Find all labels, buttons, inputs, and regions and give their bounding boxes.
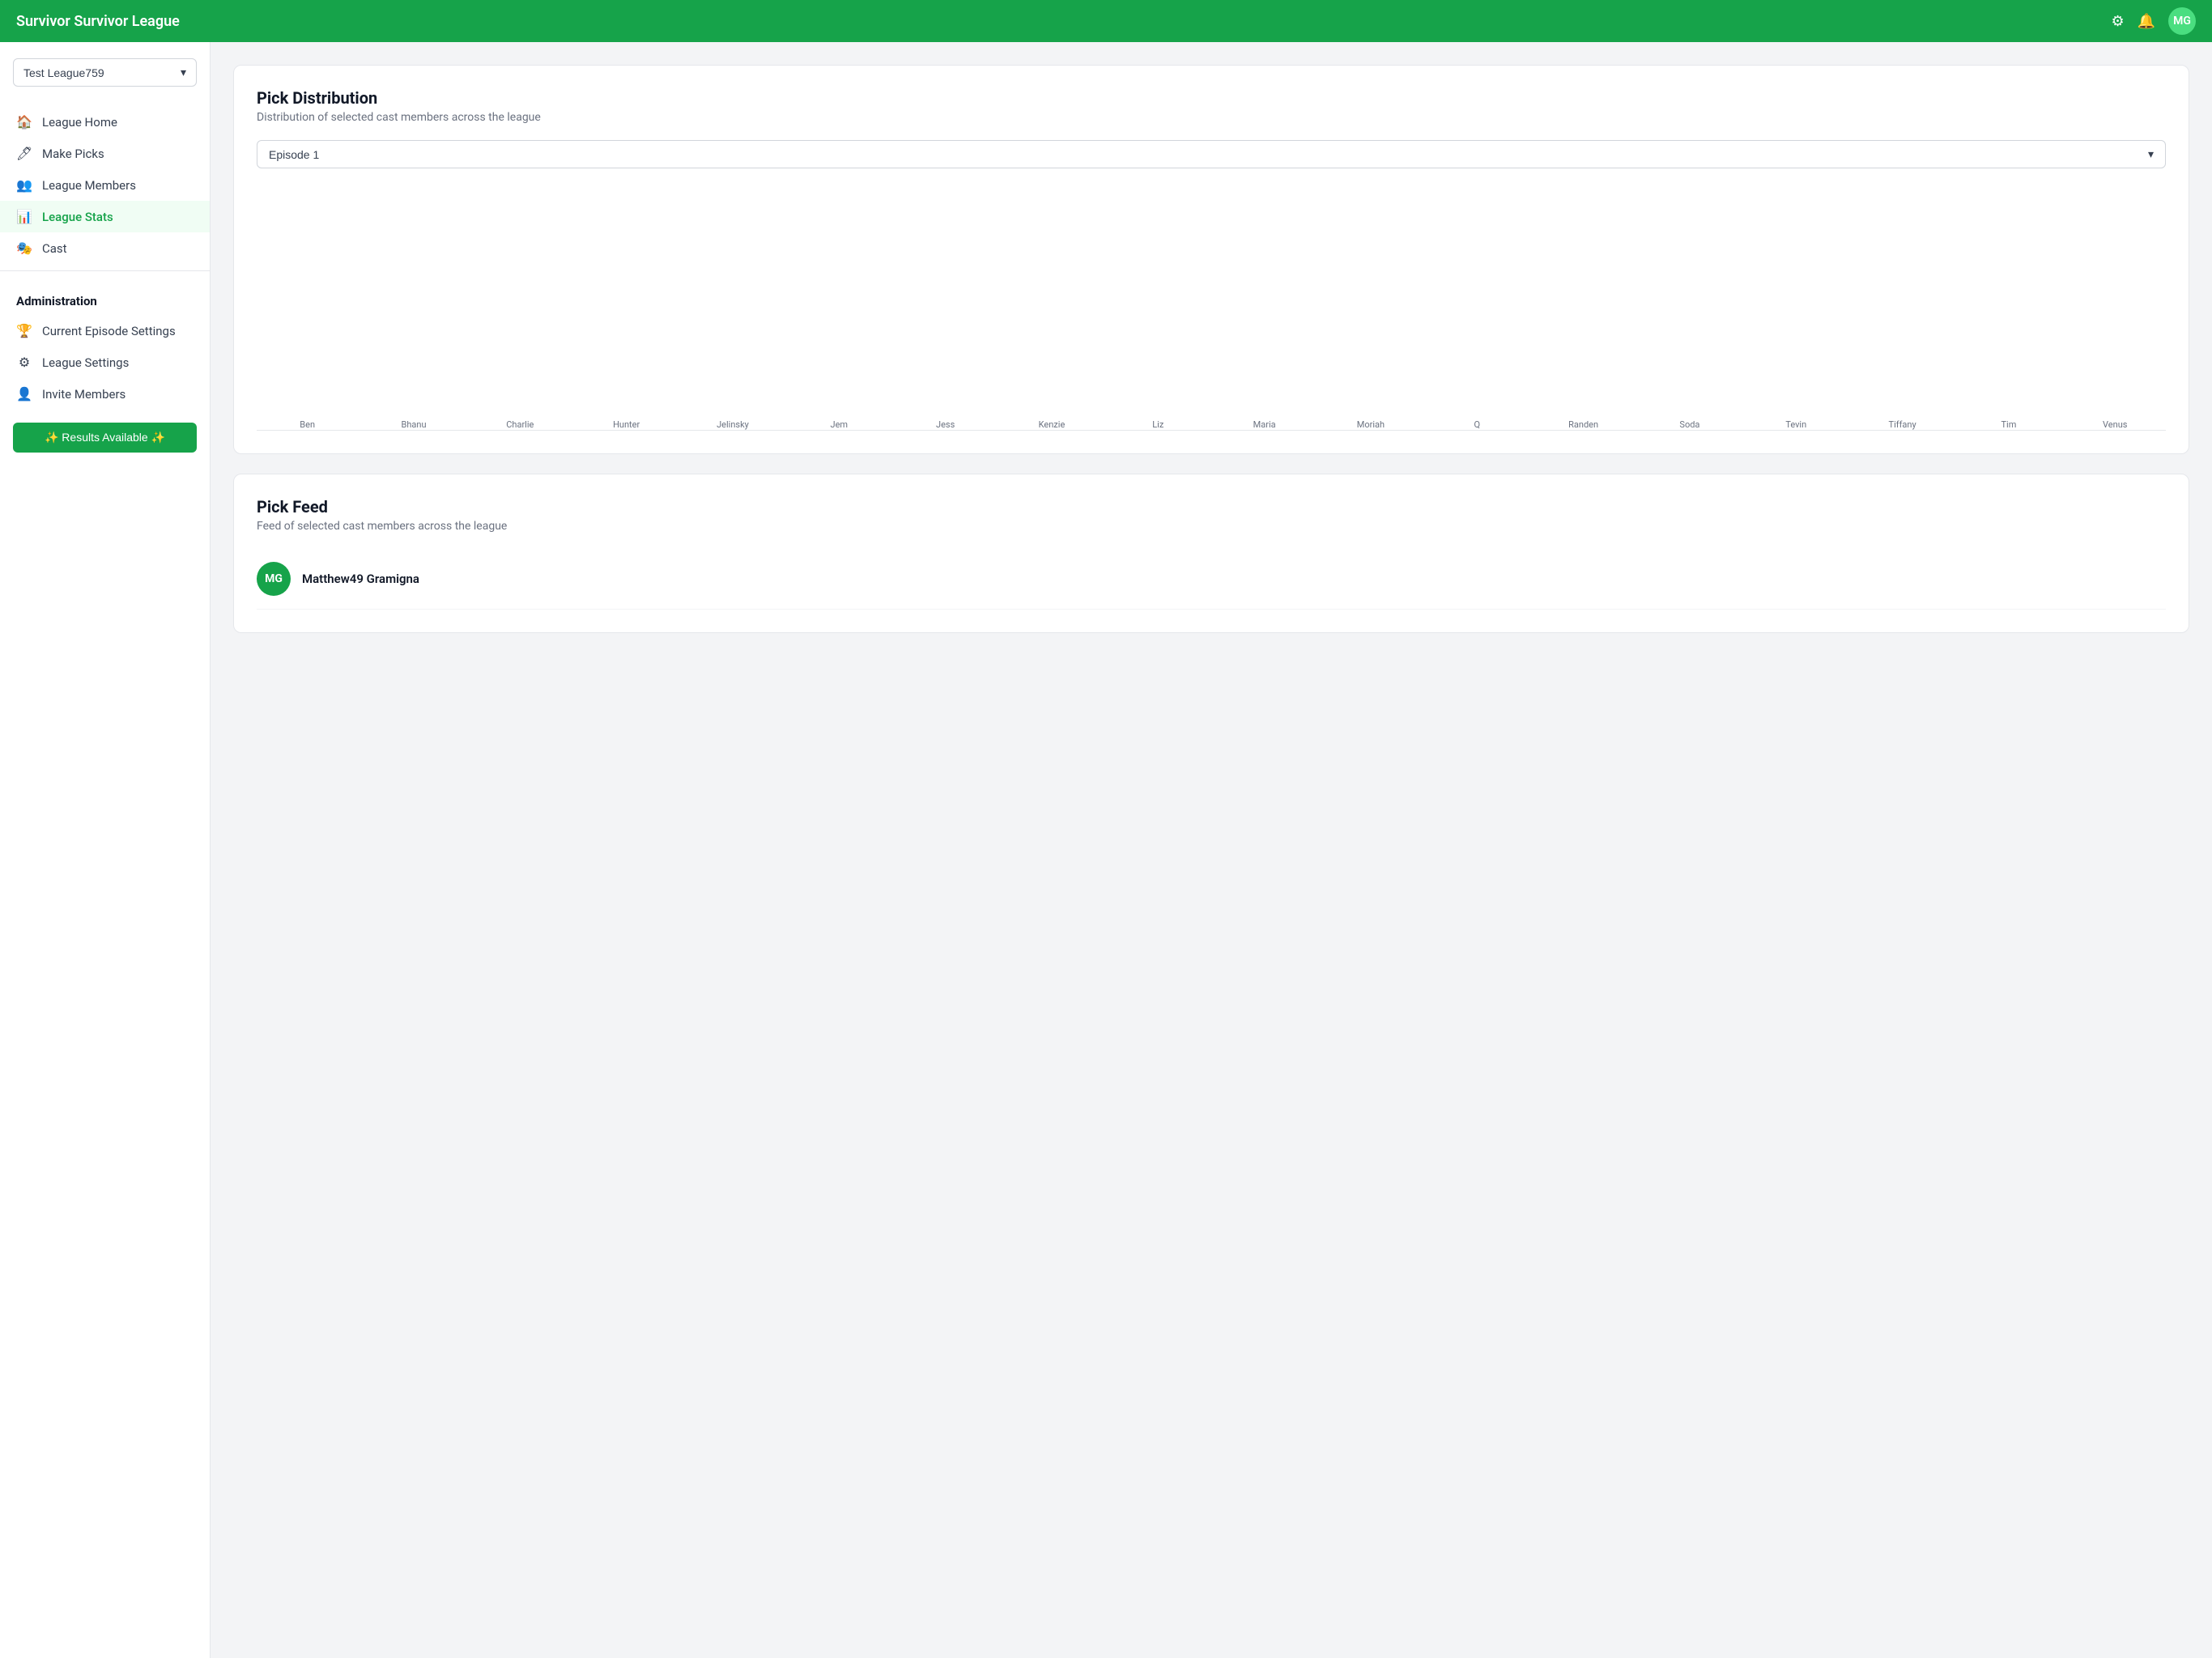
pick-feed-subtitle: Feed of selected cast members across the… bbox=[257, 520, 2166, 533]
bar-label: Q bbox=[1474, 419, 1480, 430]
chart-bar-bhanu: Bhanu bbox=[363, 414, 464, 430]
pick-feed-card: Pick Feed Feed of selected cast members … bbox=[233, 474, 2189, 633]
league-select-container: Test League759 ▾ bbox=[13, 58, 197, 87]
bar-label: Bhanu bbox=[401, 419, 426, 430]
league-select-chevron: ▾ bbox=[181, 66, 186, 79]
sidebar-item-league-members[interactable]: 👥 League Members bbox=[0, 169, 210, 201]
invite-members-icon: 👤 bbox=[16, 386, 32, 402]
league-settings-label: League Settings bbox=[42, 355, 129, 370]
bar-label: Jess bbox=[936, 419, 955, 430]
sidebar: Test League759 ▾ 🏠 League Home🖊 Make Pic… bbox=[0, 42, 211, 1658]
chart-bar-moriah: Moriah bbox=[1320, 414, 1421, 430]
bar-label: Venus bbox=[2103, 419, 2127, 430]
pick-distribution-card: Pick Distribution Distribution of select… bbox=[233, 65, 2189, 454]
invite-members-label: Invite Members bbox=[42, 387, 125, 402]
league-settings-icon: ⚙ bbox=[16, 355, 32, 370]
sidebar-item-make-picks[interactable]: 🖊 Make Picks bbox=[0, 138, 210, 169]
chart-bar-jelinsky: Jelinsky bbox=[682, 414, 783, 430]
chart-bar-maria: Maria bbox=[1214, 414, 1315, 430]
chart-bar-venus: Venus bbox=[2065, 414, 2166, 430]
league-stats-label: League Stats bbox=[42, 210, 113, 224]
bar-label: Maria bbox=[1253, 419, 1276, 430]
bar-label: Ben bbox=[300, 419, 315, 430]
administration-section-title: Administration bbox=[0, 278, 210, 315]
chart-bar-jem: Jem bbox=[789, 414, 890, 430]
chart-bar-hunter: Hunter bbox=[576, 414, 677, 430]
settings-icon[interactable]: ⚙ bbox=[2111, 13, 2124, 30]
sidebar-item-league-home[interactable]: 🏠 League Home bbox=[0, 106, 210, 138]
chart-bar-jess: Jess bbox=[895, 414, 996, 430]
chart-bar-tevin: Tevin bbox=[1746, 414, 1847, 430]
admin-item-league-settings[interactable]: ⚙ League Settings bbox=[0, 346, 210, 378]
chart-bar-charlie: Charlie bbox=[470, 414, 571, 430]
admin-item-invite-members[interactable]: 👤 Invite Members bbox=[0, 378, 210, 410]
league-select-label: Test League759 bbox=[23, 66, 104, 79]
main-content: Pick Distribution Distribution of select… bbox=[211, 42, 2212, 1658]
league-members-label: League Members bbox=[42, 178, 136, 193]
admin-nav: 🏆 Current Episode Settings⚙ League Setti… bbox=[0, 315, 210, 410]
sidebar-divider bbox=[0, 270, 210, 271]
bar-label: Jelinsky bbox=[717, 419, 749, 430]
admin-item-current-episode-settings[interactable]: 🏆 Current Episode Settings bbox=[0, 315, 210, 346]
episode-select-button[interactable]: Episode 1 ▾ bbox=[257, 140, 2166, 168]
chart-bar-randen: Randen bbox=[1533, 414, 1634, 430]
cast-label: Cast bbox=[42, 241, 67, 256]
sidebar-nav: 🏠 League Home🖊 Make Picks👥 League Member… bbox=[0, 106, 210, 264]
bar-label: Tim bbox=[2001, 419, 2016, 430]
sidebar-item-league-stats[interactable]: 📊 League Stats bbox=[0, 201, 210, 232]
bell-icon[interactable]: 🔔 bbox=[2138, 13, 2155, 30]
make-picks-label: Make Picks bbox=[42, 147, 104, 161]
results-available-button[interactable]: ✨ Results Available ✨ bbox=[13, 423, 197, 453]
bar-label: Randen bbox=[1568, 419, 1598, 430]
chart-bar-tiffany: Tiffany bbox=[1852, 414, 1953, 430]
bar-label: Charlie bbox=[506, 419, 534, 430]
pick-feed-list: MG Matthew49 Gramigna bbox=[257, 549, 2166, 610]
bar-label: Soda bbox=[1679, 419, 1699, 430]
bar-label: Moriah bbox=[1357, 419, 1385, 430]
chart-bar-kenzie: Kenzie bbox=[1001, 414, 1102, 430]
user-avatar[interactable]: MG bbox=[2168, 7, 2196, 35]
bar-label: Liz bbox=[1152, 419, 1163, 430]
sidebar-item-cast[interactable]: 🎭 Cast bbox=[0, 232, 210, 264]
bar-label: Hunter bbox=[613, 419, 640, 430]
pick-feed-title: Pick Feed bbox=[257, 497, 2166, 517]
topnav-icons: ⚙ 🔔 MG bbox=[2111, 7, 2196, 35]
app-title: Survivor Survivor League bbox=[16, 13, 180, 30]
cast-icon: 🎭 bbox=[16, 240, 32, 256]
episode-select-value: Episode 1 bbox=[269, 148, 319, 161]
bar-label: Tevin bbox=[1785, 419, 1806, 430]
bar-label: Jem bbox=[831, 419, 849, 430]
episode-select-chevron: ▾ bbox=[2148, 147, 2154, 161]
feed-name: Matthew49 Gramigna bbox=[302, 572, 419, 586]
current-episode-settings-label: Current Episode Settings bbox=[42, 324, 176, 338]
league-home-label: League Home bbox=[42, 115, 117, 130]
chart-bar-ben: Ben bbox=[257, 414, 358, 430]
league-members-icon: 👥 bbox=[16, 177, 32, 193]
league-stats-icon: 📊 bbox=[16, 209, 32, 224]
pick-distribution-chart: Ben Bhanu Charlie Hunter Jelinsky Jem Jess Kenz… bbox=[257, 188, 2166, 431]
bar-label: Tiffany bbox=[1889, 419, 1916, 430]
chart-bar-soda: Soda bbox=[1639, 414, 1740, 430]
bar-label: Kenzie bbox=[1039, 419, 1066, 430]
pick-distribution-title: Pick Distribution bbox=[257, 88, 2166, 108]
feed-avatar: MG bbox=[257, 562, 291, 596]
chart-bar-q: Q bbox=[1427, 414, 1528, 430]
make-picks-icon: 🖊 bbox=[16, 146, 32, 161]
chart-bar-tim: Tim bbox=[1958, 414, 2059, 430]
pick-feed-item: MG Matthew49 Gramigna bbox=[257, 549, 2166, 610]
league-home-icon: 🏠 bbox=[16, 114, 32, 130]
top-navigation: Survivor Survivor League ⚙ 🔔 MG bbox=[0, 0, 2212, 42]
chart-bar-liz: Liz bbox=[1108, 414, 1209, 430]
current-episode-settings-icon: 🏆 bbox=[16, 323, 32, 338]
league-select-button[interactable]: Test League759 ▾ bbox=[13, 58, 197, 87]
pick-distribution-subtitle: Distribution of selected cast members ac… bbox=[257, 111, 2166, 124]
